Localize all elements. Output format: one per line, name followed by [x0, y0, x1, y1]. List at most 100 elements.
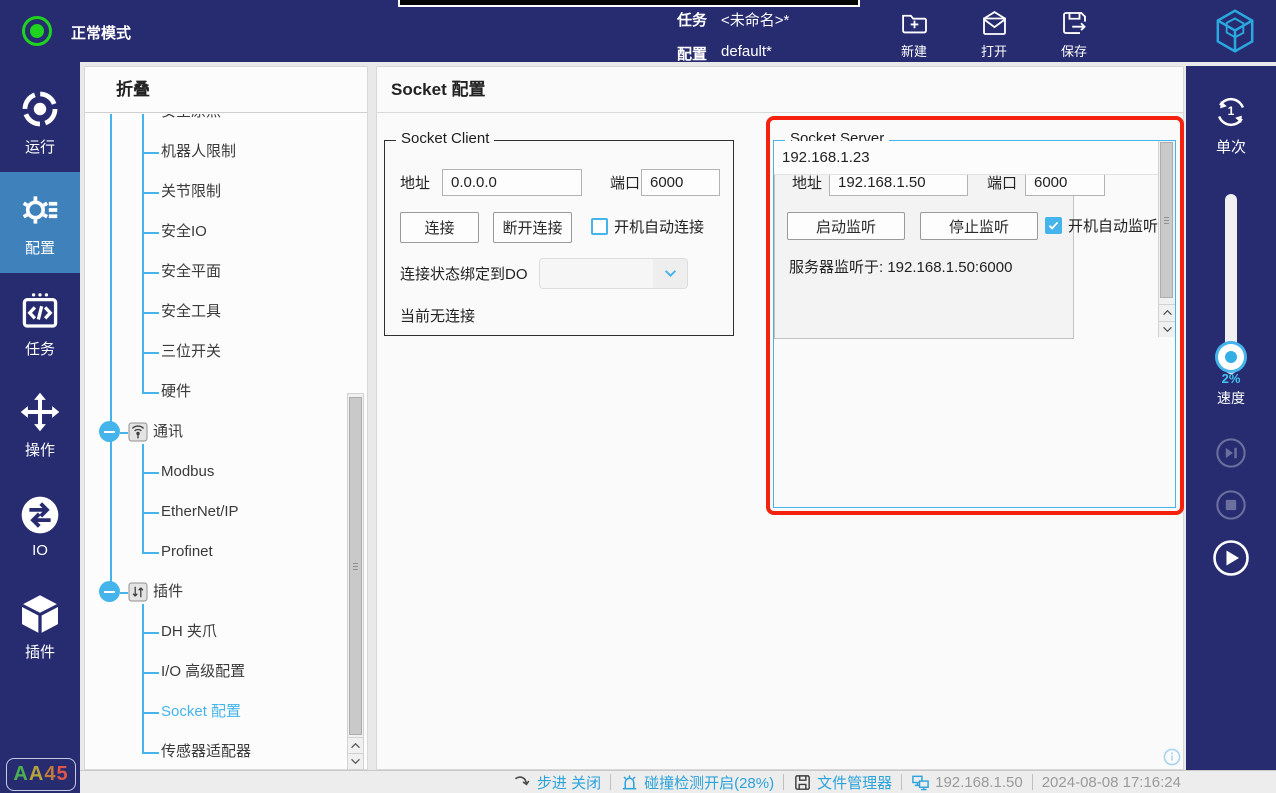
tree-connector-line	[142, 312, 159, 314]
tree-connector-line	[142, 444, 144, 552]
tree-scroll-up-button[interactable]	[348, 737, 363, 753]
hidden-window-top-edge	[398, 0, 860, 7]
auto-connect-label: 开机自动连接	[614, 219, 705, 236]
status-item-step[interactable]: 步进 关闭	[513, 772, 601, 793]
tree-item[interactable]: Socket 配置	[161, 700, 241, 724]
robot-id-badge[interactable]: AA45	[6, 758, 76, 791]
scroll-up-icon	[1162, 309, 1173, 316]
sidebar-item-label: IO	[32, 541, 48, 559]
client-port-input[interactable]	[641, 169, 720, 196]
tree-connector-line	[142, 152, 159, 154]
top-action-label: 保存	[1060, 44, 1087, 59]
stop-button[interactable]	[1215, 489, 1247, 521]
tree-item[interactable]: 硬件	[161, 380, 191, 404]
socket-client-group: Socket Client 地址 端口 连接 断开连接 开机自动连接 连接状态绑…	[384, 130, 734, 336]
top-action-save[interactable]: 保存	[1034, 5, 1114, 59]
left-sidebar: 运行配置任务 操作 IO 插件	[0, 62, 80, 793]
client-address-input[interactable]	[442, 169, 582, 196]
dropdown-button[interactable]	[653, 259, 687, 288]
list-scrollbar[interactable]	[1158, 141, 1175, 337]
top-action-label: 打开	[980, 44, 1007, 59]
auto-connect-checkbox[interactable]	[591, 218, 608, 235]
tree-item[interactable]: Modbus	[161, 460, 214, 484]
tree-connector-line	[142, 712, 159, 714]
list-scrollbar-thumb[interactable]	[1160, 142, 1173, 298]
top-actions: 新建 打开 保存	[874, 5, 1114, 59]
tree-item[interactable]: DH 夹爪	[161, 620, 217, 644]
io-icon	[18, 493, 62, 537]
status-item-label: 文件管理器	[817, 774, 893, 792]
config-tree-panel: 折叠 安全原点机器人限制关节限制安全IO 安全平面安全工具三位开关硬件通讯 Modb…	[84, 66, 368, 770]
top-action-new[interactable]: 新建	[874, 5, 954, 59]
tree-connector-line	[142, 352, 159, 354]
tree-item[interactable]: 关节限制	[161, 180, 221, 204]
list-scroll-up-button[interactable]	[1159, 304, 1175, 320]
client-address-label: 地址	[400, 175, 431, 192]
tree-item[interactable]: 安全IO	[161, 220, 207, 244]
info-icon[interactable]	[1163, 748, 1181, 766]
status-item-collision[interactable]: 碰撞检测开启(28%)	[620, 772, 774, 793]
client-list-rows: 192.168.1.23	[774, 141, 1158, 507]
tree-connector-line	[142, 392, 159, 394]
play-button[interactable]	[1212, 539, 1250, 577]
sidebar-item-label: 配置	[24, 239, 55, 257]
tree-scrollbar[interactable]	[347, 393, 364, 770]
tree-connector-line	[142, 672, 159, 674]
tree-item[interactable]: 安全平面	[161, 260, 221, 284]
speed-slider-handle[interactable]	[1218, 344, 1244, 370]
connected-clients-list[interactable]: 192.168.1.23	[774, 141, 1175, 339]
save-icon	[1059, 8, 1090, 39]
tree-collapse-header[interactable]: 折叠	[85, 67, 367, 113]
status-item-network-ip[interactable]: 192.168.1.50	[911, 773, 1023, 792]
loop-count: 1	[1227, 104, 1235, 118]
tree-item[interactable]: EtherNet/IP	[161, 500, 239, 524]
list-scroll-down-button[interactable]	[1159, 321, 1175, 337]
plugin-box-icon	[128, 582, 148, 602]
connect-button[interactable]: 连接	[400, 212, 479, 243]
tree-item[interactable]: 机器人限制	[161, 140, 236, 164]
status-item-label: 192.168.1.50	[935, 773, 1023, 791]
mode-label: 正常模式	[71, 25, 132, 42]
tree-connector-line	[142, 632, 159, 634]
sidebar-item-task[interactable]: 任务	[0, 273, 80, 374]
sidebar-item-io[interactable]: IO	[0, 475, 80, 576]
network-status-icon	[911, 773, 930, 792]
chevron-down-icon	[664, 269, 677, 278]
tree-item[interactable]: 安全工具	[161, 300, 221, 324]
sidebar-item-run[interactable]: 运行	[0, 71, 80, 172]
disconnect-button[interactable]: 断开连接	[493, 212, 572, 243]
tree-connector-line	[142, 752, 159, 754]
config-label: 配置	[677, 46, 708, 63]
tree-item[interactable]: Profinet	[161, 540, 213, 564]
status-item-file-manager[interactable]: 文件管理器	[793, 772, 892, 793]
socket-config-page: Socket 配置 Socket Client 地址 端口 连接 断开连接 开机…	[376, 66, 1184, 770]
client-connection-status: 当前无连接	[400, 308, 476, 325]
tree-connector-line	[142, 272, 159, 274]
badge-letter: A	[28, 763, 45, 785]
step-forward-button[interactable]	[1215, 437, 1247, 469]
tree-item[interactable]: 三位开关	[161, 340, 221, 364]
tree-content: 安全原点机器人限制关节限制安全IO 安全平面安全工具三位开关硬件通讯 Modbus E…	[85, 114, 367, 770]
sidebar-item-config[interactable]: 配置	[0, 172, 80, 273]
new-file-icon	[899, 8, 930, 39]
tree-connector-line	[110, 114, 112, 592]
sidebar-item-plugin[interactable]: 插件	[0, 576, 80, 677]
client-list-item[interactable]: 192.168.1.23	[774, 141, 1158, 175]
tree-collapse-toggle[interactable]	[99, 421, 120, 442]
status-item-label: 碰撞检测开启(28%)	[644, 774, 775, 792]
status-item-datetime[interactable]: 2024-08-08 17:16:24	[1042, 774, 1181, 791]
do-bind-dropdown[interactable]	[539, 258, 688, 289]
tree-item[interactable]: 传感器适配器	[161, 740, 251, 764]
tree-scroll-down-button[interactable]	[348, 753, 363, 769]
top-action-open[interactable]: 打开	[954, 5, 1034, 59]
tree-scrollbar-thumb[interactable]	[349, 397, 362, 735]
task-value: <未命名>*	[721, 12, 790, 29]
tree-collapse-toggle[interactable]	[99, 581, 120, 602]
tree-item[interactable]: 通讯	[153, 420, 183, 444]
tree-item[interactable]: I/O 高级配置	[161, 660, 245, 684]
tree-item[interactable]: 安全原点	[161, 114, 221, 124]
config-row: 配置 default*	[677, 43, 772, 64]
tree-item[interactable]: 插件	[153, 580, 183, 604]
sidebar-item-operate[interactable]: 操作	[0, 374, 80, 475]
tree-connector-line	[142, 512, 159, 514]
